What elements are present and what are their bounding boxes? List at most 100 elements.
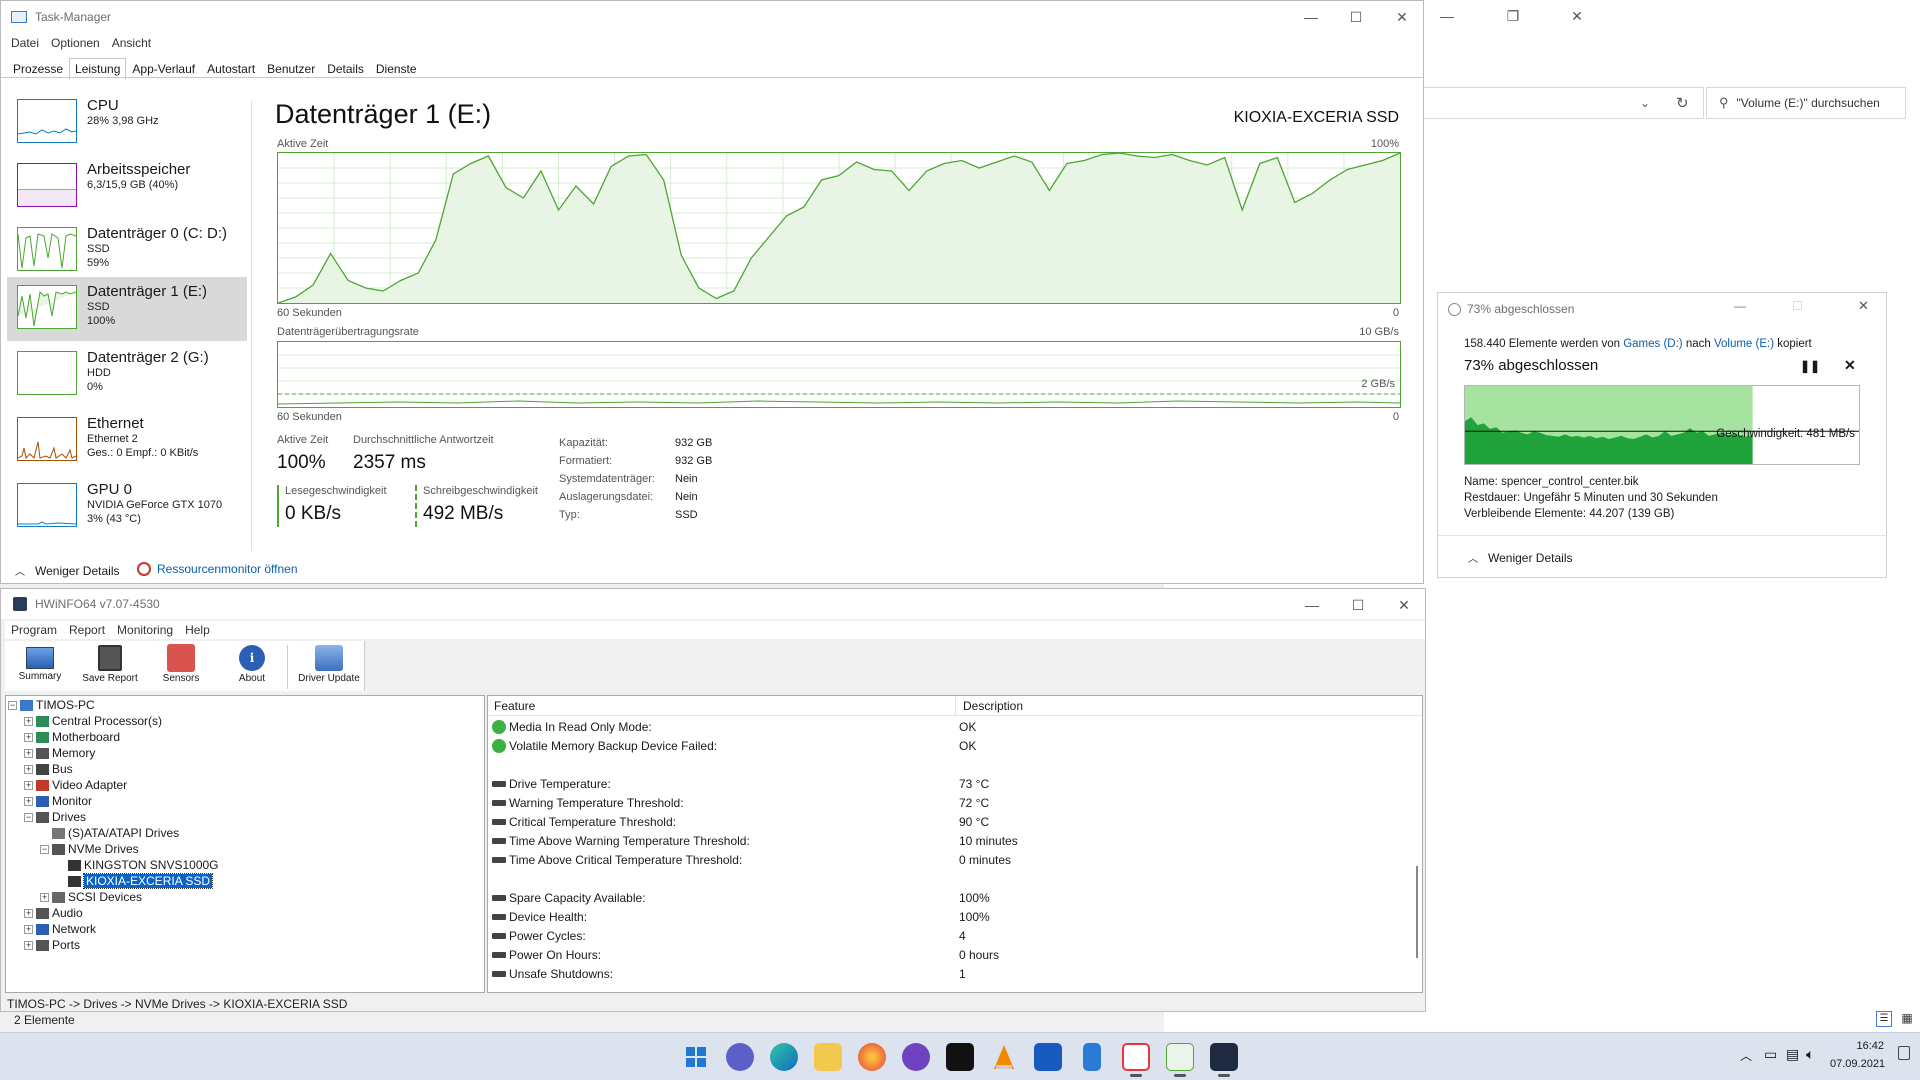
menu-monitoring[interactable]: Monitoring xyxy=(111,623,179,637)
feature-row[interactable]: Time Above Warning Temperature Threshold… xyxy=(488,831,1418,850)
tree-item[interactable]: Ports xyxy=(36,938,80,952)
feature-row[interactable]: Critical Temperature Threshold: 90 °C xyxy=(488,812,1418,831)
firefox-icon[interactable] xyxy=(858,1043,886,1071)
hwinfo-tree[interactable]: − TIMOS-PC + Central Processor(s) + Motherboa… xyxy=(5,695,485,993)
copy-dest-link[interactable]: Volume (E:) xyxy=(1714,338,1774,350)
pause-icon[interactable]: ❚❚ xyxy=(1800,359,1820,373)
sensors-button[interactable]: Sensors xyxy=(151,641,211,691)
tree-item[interactable]: Network xyxy=(36,922,96,936)
explorer-close-button[interactable]: ✕ xyxy=(1554,0,1600,32)
feature-row[interactable] xyxy=(488,869,1418,888)
github-icon[interactable] xyxy=(902,1043,930,1071)
view-tiles-icon[interactable]: ▦ xyxy=(1899,1011,1915,1027)
windows-start-icon[interactable] xyxy=(682,1043,710,1071)
menu-ansicht[interactable]: Ansicht xyxy=(106,36,157,50)
hwinfo-minimize-button[interactable]: — xyxy=(1289,589,1335,621)
copy-titlebar[interactable]: 73% abgeschlossen xyxy=(1438,293,1886,325)
tree-item[interactable]: KIOXIA-EXCERIA SSD xyxy=(68,873,214,889)
perfmon-icon[interactable] xyxy=(1166,1043,1194,1071)
less-details-link[interactable]: ︿ Weniger Details xyxy=(15,563,119,579)
vpn-icon[interactable] xyxy=(946,1043,974,1071)
feature-row[interactable]: Volatile Memory Backup Device Failed: OK xyxy=(488,736,1418,755)
copy-minimize-button[interactable]: — xyxy=(1734,299,1746,313)
menu-program[interactable]: Program xyxy=(5,623,63,637)
tray-network-icon[interactable]: ▤ xyxy=(1786,1046,1799,1063)
col-desc-header[interactable]: Description xyxy=(963,699,1023,713)
feature-row[interactable]: Device Health: 100% xyxy=(488,907,1418,926)
close-button[interactable]: ✕ xyxy=(1379,1,1423,33)
tree-expander[interactable]: + xyxy=(24,733,33,742)
tree-item[interactable]: Central Processor(s) xyxy=(36,714,162,728)
tree-expander[interactable]: + xyxy=(24,909,33,918)
tree-expander[interactable]: + xyxy=(24,941,33,950)
tray-volume-icon[interactable]: 🔈︎ xyxy=(1806,1046,1814,1063)
explorer-maximize-button[interactable]: ❐ xyxy=(1490,0,1536,32)
vlc-icon[interactable] xyxy=(990,1043,1018,1071)
feature-row[interactable]: Drive Temperature: 73 °C xyxy=(488,774,1418,793)
search-box[interactable]: ⚲ "Volume (E:)" durchsuchen xyxy=(1706,87,1906,119)
summary-button[interactable]: Summary xyxy=(9,641,71,691)
sidebar-item-ethernet[interactable]: Ethernet Ethernet 2 Ges.: 0 Empf.: 0 KBit/… xyxy=(7,409,247,473)
tree-expander[interactable]: − xyxy=(8,701,17,710)
tree-item[interactable]: Bus xyxy=(36,762,73,776)
tree-expander[interactable]: + xyxy=(24,765,33,774)
tree-item[interactable]: KINGSTON SNVS1000G xyxy=(68,858,219,872)
notification-icon[interactable] xyxy=(1898,1046,1910,1060)
tree-item[interactable]: Audio xyxy=(36,906,83,920)
feature-row[interactable]: Spare Capacity Available: 100% xyxy=(488,888,1418,907)
tree-item[interactable]: NVMe Drives xyxy=(52,842,139,856)
tree-item[interactable]: Memory xyxy=(36,746,95,760)
tree-item[interactable]: Motherboard xyxy=(36,730,120,744)
tray-chevron-icon[interactable]: ︿ xyxy=(1740,1047,1752,1064)
minimize-button[interactable]: — xyxy=(1288,1,1334,33)
sidebar-item-memory[interactable]: Arbeitsspeicher 6,3/15,9 GB (40%) xyxy=(7,155,247,219)
save-report-button[interactable]: Save Report xyxy=(77,641,143,691)
col-feature-header[interactable]: Feature xyxy=(494,699,535,713)
tray-date[interactable]: 07.09.2021 xyxy=(1830,1058,1885,1070)
sidebar-item-disk2[interactable]: Datenträger 2 (G:) HDD 0% xyxy=(7,343,247,407)
tree-expander[interactable]: + xyxy=(24,749,33,758)
menu-optionen[interactable]: Optionen xyxy=(45,36,106,50)
copy-source-link[interactable]: Games (D:) xyxy=(1623,338,1682,350)
feature-row[interactable]: Unsafe Shutdowns: 1 xyxy=(488,964,1418,983)
tree-expander[interactable]: + xyxy=(24,925,33,934)
phone-icon[interactable] xyxy=(1083,1043,1101,1071)
chat-icon[interactable] xyxy=(726,1043,754,1071)
sidebar-item-disk0[interactable]: Datenträger 0 (C: D:) SSD 59% xyxy=(7,219,247,283)
hwinfo-titlebar[interactable]: HWiNFO64 v7.07-4530 — ☐ ✕ xyxy=(1,589,1425,619)
hwinfo-close-button[interactable]: ✕ xyxy=(1381,589,1425,621)
maximize-button[interactable]: ☐ xyxy=(1333,1,1379,33)
tree-item[interactable]: TIMOS-PC xyxy=(20,698,95,712)
feature-row[interactable]: Warning Temperature Threshold: 72 °C xyxy=(488,793,1418,812)
sidebar-item-disk1[interactable]: Datenträger 1 (E:) SSD 100% xyxy=(7,277,247,341)
task-manager-titlebar[interactable]: Task-Manager — ☐ ✕ xyxy=(1,1,1423,33)
tree-expander[interactable]: + xyxy=(24,797,33,806)
tree-expander[interactable]: + xyxy=(40,893,49,902)
feature-scrollbar[interactable] xyxy=(1412,716,1422,992)
feature-row[interactable]: Power On Hours: 0 hours xyxy=(488,945,1418,964)
copy-less-details[interactable]: ︿ Weniger Details xyxy=(1468,550,1572,566)
sidebar-item-cpu[interactable]: CPU 28% 3,98 GHz xyxy=(7,91,247,155)
hwinfo-maximize-button[interactable]: ☐ xyxy=(1335,589,1381,621)
cancel-icon[interactable]: ✕ xyxy=(1844,357,1856,374)
tree-expander[interactable]: − xyxy=(40,845,49,854)
copy-close-button[interactable]: ✕ xyxy=(1858,298,1869,314)
tree-item[interactable]: Monitor xyxy=(36,794,92,808)
edge-icon[interactable] xyxy=(770,1043,798,1071)
driver-update-button[interactable]: Driver Update xyxy=(293,641,365,691)
menu-report[interactable]: Report xyxy=(63,623,111,637)
feature-row[interactable] xyxy=(488,755,1418,774)
tray-time[interactable]: 16:42 xyxy=(1842,1040,1884,1052)
feature-row[interactable]: Media In Read Only Mode: OK xyxy=(488,717,1418,736)
menu-datei[interactable]: Datei xyxy=(5,36,45,50)
tree-item[interactable]: (S)ATA/ATAPI Drives xyxy=(52,826,179,840)
chevron-down-icon[interactable]: ⌄ xyxy=(1640,96,1650,110)
tree-expander[interactable]: − xyxy=(24,813,33,822)
about-button[interactable]: i About xyxy=(221,641,283,691)
view-details-icon[interactable]: ☰ xyxy=(1876,1011,1892,1027)
tree-item[interactable]: Video Adapter xyxy=(36,778,127,792)
feature-row[interactable]: Power Cycles: 4 xyxy=(488,926,1418,945)
tree-item[interactable]: SCSI Devices xyxy=(52,890,142,904)
tray-display-icon[interactable]: ▭ xyxy=(1764,1046,1777,1063)
refresh-icon[interactable]: ↻ xyxy=(1676,94,1689,112)
